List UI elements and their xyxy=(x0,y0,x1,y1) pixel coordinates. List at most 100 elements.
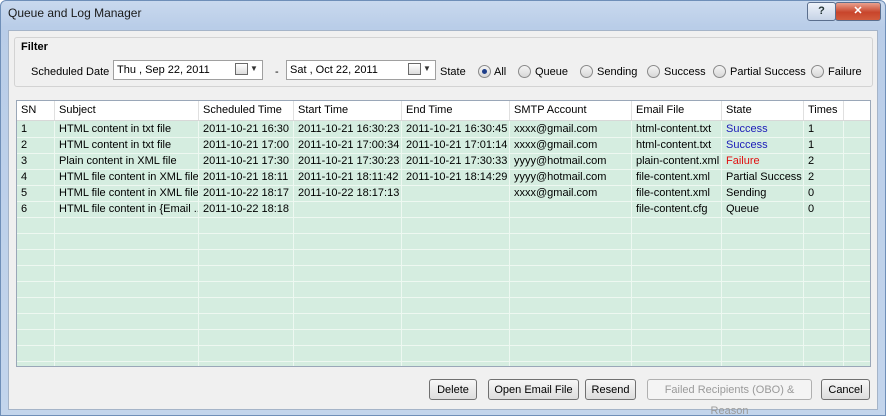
open-email-file-button[interactable]: Open Email File xyxy=(488,379,579,400)
col-subject-cell: HTML file content in XML file xyxy=(55,185,199,201)
col-subject-cell: HTML content in txt file xyxy=(55,137,199,153)
table-row[interactable]: 2 HTML content in txt file 2011-10-21 17:0… xyxy=(17,137,870,154)
col-sn-cell: 1 xyxy=(17,121,55,137)
col-sn-cell: 3 xyxy=(17,153,55,169)
col-sn-cell: 5 xyxy=(17,185,55,201)
empty-table-row xyxy=(17,297,870,314)
col-times-cell: 1 xyxy=(804,137,844,153)
col-sn-cell: 6 xyxy=(17,201,55,217)
state-radio-failure-label[interactable]: Failure xyxy=(828,66,862,78)
col-email-file-cell: plain-content.xml xyxy=(632,153,722,169)
col-times-cell: 2 xyxy=(804,153,844,169)
empty-table-row xyxy=(17,329,870,346)
col-times-cell: 0 xyxy=(804,185,844,201)
col-state-cell: Partial Success xyxy=(722,169,804,185)
date-range-separator: - xyxy=(275,66,279,78)
delete-button[interactable]: Delete xyxy=(429,379,477,400)
col-scheduled-time-header[interactable]: Scheduled Time xyxy=(199,101,294,120)
empty-table-row xyxy=(17,233,870,250)
col-start-time-cell: 2011-10-21 16:30:23 xyxy=(294,121,402,137)
col-end-time-cell: 2011-10-21 17:01:14 xyxy=(402,137,510,153)
state-radio-queue-label[interactable]: Queue xyxy=(535,66,568,78)
state-radio-partial-success[interactable] xyxy=(713,65,726,78)
col-end-time-cell: 2011-10-21 16:30:45 xyxy=(402,121,510,137)
col-subject-cell: HTML content in txt file xyxy=(55,121,199,137)
failed-recipients-button: Failed Recipients (OBO) & Reason xyxy=(647,379,812,415)
col-subject-header[interactable]: Subject xyxy=(55,101,199,120)
col-email-file-cell: html-content.txt xyxy=(632,137,722,153)
col-end-time-cell xyxy=(402,201,510,217)
col-start-time-cell xyxy=(294,201,402,217)
state-radio-failure[interactable] xyxy=(811,65,824,78)
col-times-cell: 1 xyxy=(804,121,844,137)
state-radio-queue[interactable] xyxy=(518,65,531,78)
cancel-button[interactable]: Cancel xyxy=(821,379,870,400)
table-row[interactable]: 6 HTML file content in {Email ... 2011-10-… xyxy=(17,201,870,218)
col-sn-cell: 2 xyxy=(17,137,55,153)
col-scheduled-time-cell: 2011-10-21 17:00 xyxy=(199,137,294,153)
col-state-cell: Queue xyxy=(722,201,804,217)
table-row[interactable]: 4 HTML file content in XML file 2011-10-21… xyxy=(17,169,870,186)
col-start-time-header[interactable]: Start Time xyxy=(294,101,402,120)
col-smtp-account-cell: yyyy@hotmail.com xyxy=(510,169,632,185)
col-sn-header[interactable]: SN xyxy=(17,101,55,120)
calendar-icon[interactable] xyxy=(408,63,421,75)
state-radio-sending-label[interactable]: Sending xyxy=(597,66,637,78)
state-radio-success-label[interactable]: Success xyxy=(664,66,706,78)
col-state-cell: Sending xyxy=(722,185,804,201)
filter-group-title: Filter xyxy=(21,41,48,53)
to-date-picker[interactable]: Sat , Oct 22, 2011 ▼ xyxy=(286,60,436,80)
col-times-header[interactable]: Times xyxy=(804,101,844,120)
col-start-time-cell: 2011-10-22 18:17:13 xyxy=(294,185,402,201)
chevron-down-icon[interactable]: ▼ xyxy=(250,64,258,73)
state-radio-success[interactable] xyxy=(647,65,660,78)
table-header: SN Subject Scheduled Time Start Time End Tim… xyxy=(17,101,870,121)
col-end-time-cell: 2011-10-21 18:14:29 xyxy=(402,169,510,185)
empty-table-row xyxy=(17,281,870,298)
col-start-time-cell: 2011-10-21 18:11:42 xyxy=(294,169,402,185)
col-smtp-account-cell: xxxx@gmail.com xyxy=(510,137,632,153)
empty-table-row xyxy=(17,313,870,330)
title-bar[interactable]: Queue and Log Manager ? ✕ xyxy=(1,1,885,25)
col-start-time-cell: 2011-10-21 17:30:23 xyxy=(294,153,402,169)
col-email-file-cell: html-content.txt xyxy=(632,121,722,137)
resend-button[interactable]: Resend xyxy=(585,379,636,400)
close-button[interactable]: ✕ xyxy=(835,2,881,21)
col-state-cell: Success xyxy=(722,121,804,137)
queue-log-table[interactable]: SN Subject Scheduled Time Start Time End Tim… xyxy=(16,100,871,367)
state-radio-partial-success-label[interactable]: Partial Success xyxy=(730,66,806,78)
col-email-file-cell: file-content.xml xyxy=(632,169,722,185)
from-date-picker[interactable]: Thu , Sep 22, 2011 ▼ xyxy=(113,60,263,80)
col-subject-cell: HTML file content in XML file xyxy=(55,169,199,185)
col-times-cell: 0 xyxy=(804,201,844,217)
col-state-header[interactable]: State xyxy=(722,101,804,120)
col-end-time-cell: 2011-10-21 17:30:33 xyxy=(402,153,510,169)
state-radio-sending[interactable] xyxy=(580,65,593,78)
help-button[interactable]: ? xyxy=(807,2,836,21)
col-end-time-header[interactable]: End Time xyxy=(402,101,510,120)
table-row[interactable]: 5 HTML file content in XML file 2011-10-22… xyxy=(17,185,870,202)
state-radio-all-label[interactable]: All xyxy=(494,66,506,78)
table-row[interactable]: 3 Plain content in XML file 2011-10-21 17:… xyxy=(17,153,870,170)
col-email-file-header[interactable]: Email File xyxy=(632,101,722,120)
col-email-file-cell: file-content.cfg xyxy=(632,201,722,217)
col-scheduled-time-cell: 2011-10-22 18:17 xyxy=(199,185,294,201)
col-state-cell: Failure xyxy=(722,153,804,169)
window-title: Queue and Log Manager xyxy=(8,6,142,20)
col-subject-cell: Plain content in XML file xyxy=(55,153,199,169)
col-scheduled-time-cell: 2011-10-21 16:30 xyxy=(199,121,294,137)
state-radio-all[interactable] xyxy=(478,65,491,78)
table-row[interactable]: 1 HTML content in txt file 2011-10-21 16:3… xyxy=(17,121,870,138)
empty-table-row xyxy=(17,265,870,282)
col-scheduled-time-cell: 2011-10-21 18:11 xyxy=(199,169,294,185)
calendar-icon[interactable] xyxy=(235,63,248,75)
col-sn-cell: 4 xyxy=(17,169,55,185)
col-smtp-account-cell xyxy=(510,201,632,217)
col-times-cell: 2 xyxy=(804,169,844,185)
dialog-client-area: Filter Scheduled Date Thu , Sep 22, 2011… xyxy=(8,30,878,415)
chevron-down-icon[interactable]: ▼ xyxy=(423,64,431,73)
col-smtp-account-cell: yyyy@hotmail.com xyxy=(510,153,632,169)
col-subject-cell: HTML file content in {Email ... xyxy=(55,201,199,217)
col-smtp-account-header[interactable]: SMTP Account xyxy=(510,101,632,120)
scheduled-date-label: Scheduled Date xyxy=(31,66,110,78)
